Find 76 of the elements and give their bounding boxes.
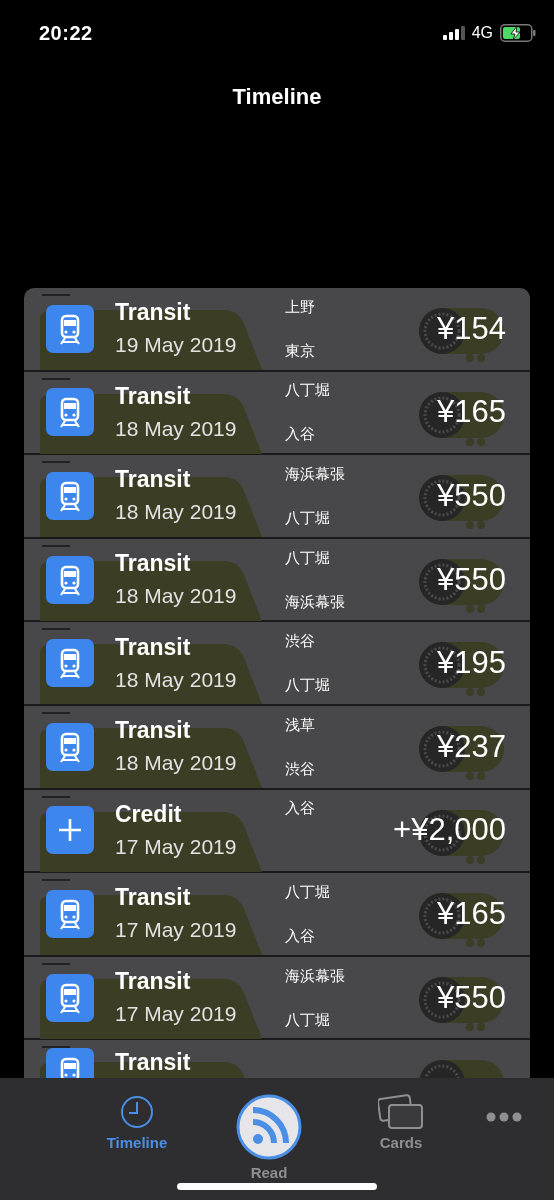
train-icon (46, 388, 94, 437)
station-name: 海浜幕張 (285, 464, 346, 484)
transaction-type: Transit (115, 1048, 192, 1078)
transaction-type: Transit (115, 549, 192, 579)
station-name: 渋谷 (285, 631, 316, 652)
transaction-row[interactable]: Transit 17 May 2019 八丁堀 入谷 ¥165 (24, 873, 530, 955)
transaction-type: Transit (115, 465, 192, 495)
station-name: 浅草 (285, 714, 316, 735)
station-name: 八丁堀 (285, 675, 331, 696)
station-name: 八丁堀 (285, 881, 331, 902)
station-name: 上野 (285, 296, 316, 317)
transaction-type: Credit (115, 799, 183, 829)
station-name: 八丁堀 (285, 547, 331, 568)
more-icon (486, 1112, 522, 1122)
transaction-date: 17 May 2019 (115, 833, 238, 860)
train-icon (46, 472, 94, 520)
transaction-date: 18 May 2019 (115, 750, 238, 777)
train-icon (46, 639, 94, 688)
station-name: 東京 (285, 340, 316, 361)
transaction-row[interactable]: Transit 18 May 2019 浅草 渋谷 ¥237 (24, 705, 530, 788)
transaction-type: Transit (115, 967, 192, 997)
station-name: 八丁堀 (285, 508, 331, 528)
station-name: 海浜幕張 (285, 591, 346, 612)
station-name: 八丁堀 (285, 380, 331, 401)
amount-label: ¥550 (437, 979, 506, 1016)
station-name: 入谷 (285, 925, 316, 946)
train-icon (46, 555, 94, 604)
transaction-date: 18 May 2019 (115, 499, 238, 526)
transaction-date: 18 May 2019 (115, 666, 238, 693)
amount-label: ¥154 (437, 310, 506, 347)
transaction-date: 18 May 2019 (115, 415, 238, 442)
station-name: 渋谷 (285, 758, 316, 779)
plus-icon (46, 806, 94, 855)
tab-item[interactable]: Cards (344, 1094, 458, 1151)
amount-label: +¥2,000 (393, 812, 506, 849)
train-icon (46, 304, 94, 353)
transaction-type: Transit (115, 381, 192, 411)
station-name: 入谷 (285, 424, 316, 445)
battery-icon (500, 24, 536, 42)
screen-title: Timeline (232, 84, 322, 110)
amount-label: ¥550 (437, 478, 506, 514)
transaction-date: 17 May 2019 (115, 917, 238, 944)
transaction-date: 17 May 2019 (115, 1001, 238, 1028)
signal-icon (442, 26, 465, 40)
transaction-row[interactable]: Transit (24, 1040, 530, 1078)
train-icon (46, 722, 94, 771)
transaction-date: 18 May 2019 (115, 583, 238, 610)
train-icon (46, 973, 94, 1022)
tab-item[interactable]: Timeline (80, 1094, 194, 1151)
transaction-row[interactable]: Transit 19 May 2019 上野 東京 ¥154 (24, 288, 530, 370)
tab-item[interactable]: Read (212, 1094, 326, 1181)
station-name: 入谷 (285, 798, 316, 819)
transaction-row[interactable]: Transit 17 May 2019 海浜幕張 八丁堀 ¥550 (24, 956, 530, 1039)
amount-label: ¥550 (437, 561, 506, 598)
transaction-row[interactable]: Transit 18 May 2019 八丁堀 海浜幕張 ¥550 (24, 538, 530, 621)
amount-label: ¥237 (437, 728, 506, 765)
transaction-date: 19 May 2019 (115, 332, 238, 359)
rss-icon (236, 1094, 302, 1160)
transaction-type: Transit (115, 298, 192, 328)
transaction-row[interactable]: Transit 18 May 2019 海浜幕張 八丁堀 ¥550 (24, 455, 530, 537)
transaction-row[interactable]: Transit 18 May 2019 八丁堀 入谷 ¥165 (24, 371, 530, 454)
amount-label: ¥195 (437, 645, 506, 682)
transaction-row[interactable]: Credit 17 May 2019 入谷 +¥2,000 (24, 789, 530, 872)
network-label: 4G (471, 24, 493, 42)
transaction-type: Transit (115, 632, 192, 662)
clock-time: 20:22 (39, 21, 93, 45)
transaction-row[interactable]: Transit 18 May 2019 渋谷 八丁堀 ¥195 (24, 622, 530, 704)
station-name: 海浜幕張 (285, 965, 346, 986)
amount-label: ¥165 (437, 394, 506, 431)
amount-label: ¥165 (437, 895, 506, 932)
station-name: 八丁堀 (285, 1009, 331, 1030)
train-icon (46, 889, 94, 938)
transaction-type: Transit (115, 883, 192, 913)
cards-icon (378, 1094, 424, 1130)
transaction-type: Transit (115, 716, 192, 746)
clock-icon (120, 1094, 154, 1130)
